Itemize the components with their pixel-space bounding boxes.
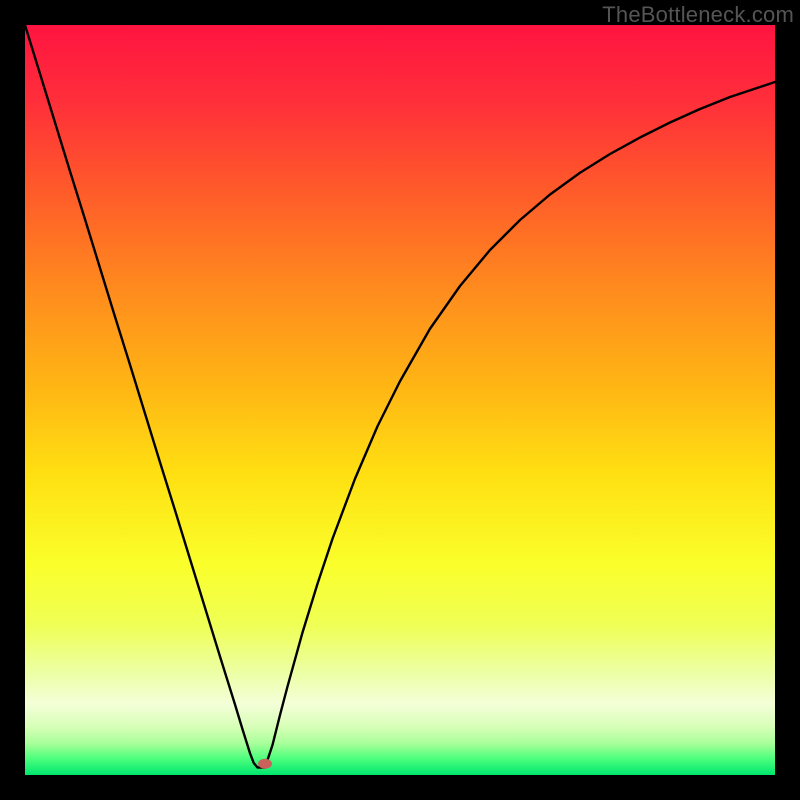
chart-svg xyxy=(25,25,775,775)
marker-dot xyxy=(258,759,272,769)
gradient-background xyxy=(25,25,775,775)
chart-frame: TheBottleneck.com xyxy=(0,0,800,800)
plot-area xyxy=(25,25,775,775)
watermark-text: TheBottleneck.com xyxy=(602,2,794,28)
